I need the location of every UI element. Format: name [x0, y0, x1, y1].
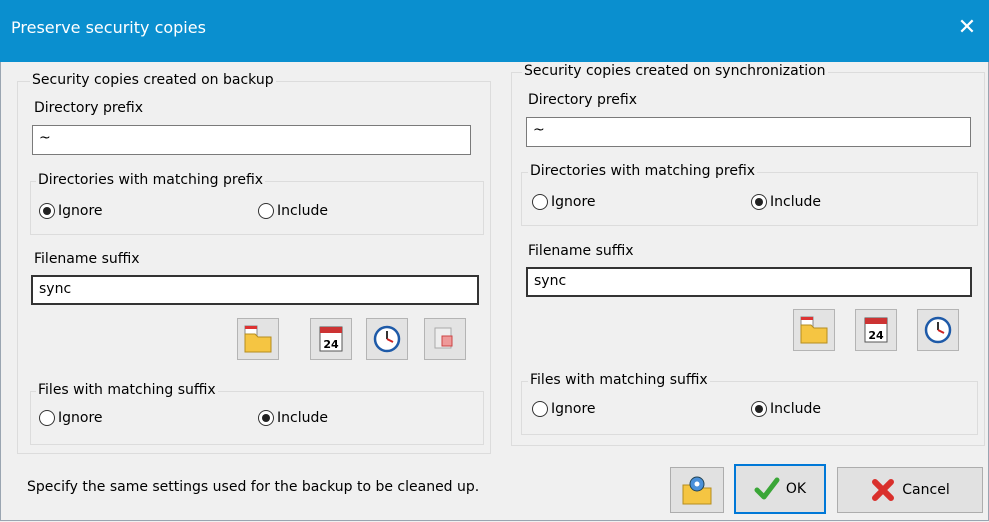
backup-suffix-input[interactable]: sync: [31, 275, 479, 305]
sync-suffix-label: Filename suffix: [528, 243, 634, 259]
clock-button[interactable]: [917, 309, 959, 351]
sync-files-include-radio[interactable]: Include: [751, 401, 821, 417]
backup-dirs-include-radio[interactable]: Include: [258, 203, 328, 219]
remove-button[interactable]: [424, 318, 466, 360]
radio-checked-icon: [258, 410, 274, 426]
folder-date-button[interactable]: [793, 309, 835, 351]
radio-label: Include: [277, 203, 328, 219]
folder-settings-icon: [682, 476, 712, 505]
sync-dirs-group-title: Directories with matching prefix: [528, 163, 758, 179]
folder-date-icon: [800, 316, 828, 344]
backup-dirs-ignore-radio[interactable]: Ignore: [39, 203, 103, 219]
backup-files-group-title: Files with matching suffix: [36, 382, 218, 398]
sync-dir-prefix-input[interactable]: ~: [526, 117, 971, 147]
sync-dirs-ignore-radio[interactable]: Ignore: [532, 194, 596, 210]
ok-button[interactable]: OK: [734, 464, 826, 514]
radio-unchecked-icon: [39, 410, 55, 426]
radio-label: Ignore: [58, 410, 103, 426]
radio-label: Include: [770, 194, 821, 210]
backup-dir-prefix-input[interactable]: ~: [32, 125, 471, 155]
backup-group-title: Security copies created on backup: [30, 72, 276, 88]
sync-dir-prefix-label: Directory prefix: [528, 92, 638, 108]
hint-text: Specify the same settings used for the b…: [27, 479, 480, 495]
cancel-button[interactable]: Cancel: [837, 467, 983, 513]
remove-icon: [434, 327, 453, 349]
radio-label: Ignore: [551, 194, 596, 210]
svg-text:24: 24: [868, 329, 884, 342]
radio-label: Include: [770, 401, 821, 417]
ok-label: OK: [785, 481, 807, 497]
radio-unchecked-icon: [532, 401, 548, 417]
radio-checked-icon: [751, 401, 767, 417]
title-bar: Preserve security copies ✕: [0, 0, 989, 62]
clock-icon: [924, 316, 952, 344]
radio-label: Ignore: [551, 401, 596, 417]
clock-button[interactable]: [366, 318, 408, 360]
radio-label: Ignore: [58, 203, 103, 219]
cancel-x-icon: [872, 479, 895, 501]
sync-group-title: Security copies created on synchronizati…: [522, 63, 828, 79]
sync-dirs-include-radio[interactable]: Include: [751, 194, 821, 210]
close-icon[interactable]: ✕: [951, 12, 983, 44]
radio-label: Include: [277, 410, 328, 426]
folder-date-icon: [244, 325, 272, 353]
radio-unchecked-icon: [258, 203, 274, 219]
sync-files-ignore-radio[interactable]: Ignore: [532, 401, 596, 417]
backup-files-include-radio[interactable]: Include: [258, 410, 328, 426]
svg-text:24: 24: [323, 338, 339, 351]
sync-suffix-input[interactable]: sync: [526, 267, 972, 297]
calendar-icon: 24: [319, 326, 343, 352]
sync-files-group-title: Files with matching suffix: [528, 372, 710, 388]
backup-dir-prefix-label: Directory prefix: [34, 100, 144, 116]
window-title: Preserve security copies: [11, 18, 206, 37]
radio-unchecked-icon: [532, 194, 548, 210]
settings-button[interactable]: [670, 467, 724, 513]
clock-icon: [373, 325, 401, 353]
folder-date-button[interactable]: [237, 318, 279, 360]
calendar-icon: 24: [864, 317, 888, 343]
check-icon: [754, 477, 780, 500]
cancel-label: Cancel: [902, 482, 950, 498]
calendar-button[interactable]: 24: [310, 318, 352, 360]
backup-suffix-label: Filename suffix: [34, 251, 140, 267]
calendar-button[interactable]: 24: [855, 309, 897, 351]
backup-files-ignore-radio[interactable]: Ignore: [39, 410, 103, 426]
radio-checked-icon: [39, 203, 55, 219]
backup-dirs-group-title: Directories with matching prefix: [36, 172, 266, 188]
radio-checked-icon: [751, 194, 767, 210]
